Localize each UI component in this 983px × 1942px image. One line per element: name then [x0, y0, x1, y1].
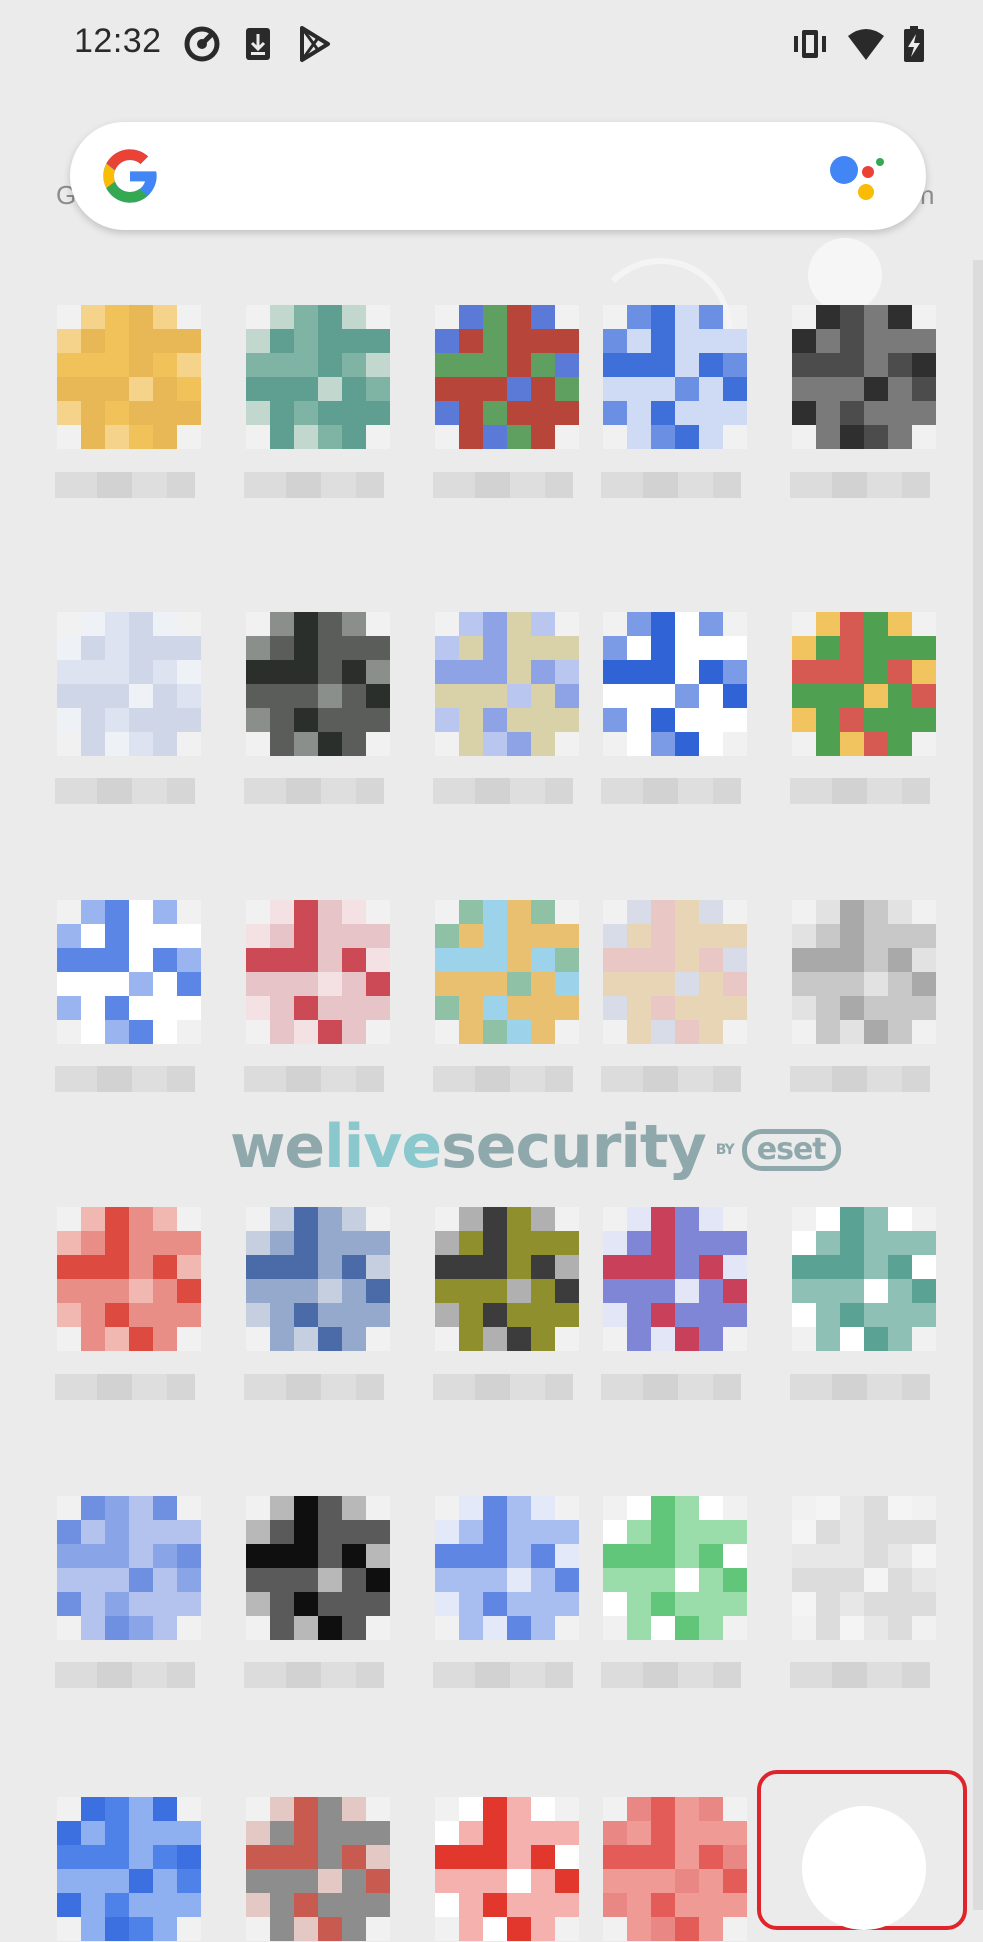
app-1-5-icon[interactable] [792, 305, 937, 450]
status-bar: 12:32 [0, 0, 983, 92]
watermark-live: live [324, 1112, 442, 1182]
app-2-1-label [55, 778, 195, 804]
app-5-3-label [433, 1662, 573, 1688]
google-g-logo [103, 149, 157, 203]
app-2-1-icon[interactable] [57, 612, 202, 757]
app-5-5-label [790, 1662, 930, 1688]
app-4-3-icon[interactable] [435, 1207, 580, 1352]
app-3-1-label [55, 1066, 195, 1092]
app-2-4-icon[interactable] [603, 612, 748, 757]
watermark-by: BY [715, 1142, 735, 1159]
app-4-1-icon[interactable] [57, 1207, 202, 1352]
app-3-4-label [601, 1066, 741, 1092]
status-time: 12:32 [74, 22, 162, 60]
google-search-bar[interactable] [70, 122, 926, 230]
app-3-3-label [433, 1066, 573, 1092]
app-3-2-icon[interactable] [246, 900, 391, 1045]
download-icon [246, 28, 270, 60]
vibrate-icon [794, 30, 826, 58]
scroll-edge [973, 260, 983, 1910]
play-store-icon [300, 26, 330, 62]
app-2-3-label [433, 778, 573, 804]
app-1-5-label [790, 472, 930, 498]
app-5-2-icon[interactable] [246, 1496, 391, 1641]
app-4-4-icon[interactable] [603, 1207, 748, 1352]
watermark-we: we [230, 1112, 325, 1182]
app-6-3-icon[interactable] [435, 1797, 580, 1942]
app-3-5-label [790, 1066, 930, 1092]
app-2-2-label [244, 778, 384, 804]
eset-logo: eset [741, 1129, 841, 1172]
battery-charging-icon [904, 26, 924, 62]
app-4-1-label [55, 1374, 195, 1400]
app-4-2-icon[interactable] [246, 1207, 391, 1352]
app-2-4-label [601, 778, 741, 804]
app-6-2-icon[interactable] [246, 1797, 391, 1942]
app-2-2-icon[interactable] [246, 612, 391, 757]
app-5-1-icon[interactable] [57, 1496, 202, 1641]
app-5-1-label [55, 1662, 195, 1688]
app-1-4-icon[interactable] [603, 305, 748, 450]
app-4-5-label [790, 1374, 930, 1400]
app-1-3-label [433, 472, 573, 498]
app-2-5-label [790, 778, 930, 804]
app-1-1-label [55, 472, 195, 498]
app-5-5-icon[interactable] [792, 1496, 937, 1641]
app-6-1-icon[interactable] [57, 1797, 202, 1942]
app-5-4-icon[interactable] [603, 1496, 748, 1641]
app-5-2-label [244, 1662, 384, 1688]
app-3-2-label [244, 1066, 384, 1092]
app-3-1-icon[interactable] [57, 900, 202, 1045]
app-5-4-label [601, 1662, 741, 1688]
app-4-4-label [601, 1374, 741, 1400]
app-3-5-icon[interactable] [792, 900, 937, 1045]
app-2-5-icon[interactable] [792, 612, 937, 757]
app-4-2-label [244, 1374, 384, 1400]
app-1-2-icon[interactable] [246, 305, 391, 450]
watermark-security: security [441, 1112, 707, 1182]
app-4-5-icon[interactable] [792, 1207, 937, 1352]
app-4-3-label [433, 1374, 573, 1400]
app-2-3-icon[interactable] [435, 612, 580, 757]
app-5-3-icon[interactable] [435, 1496, 580, 1641]
wifi-icon [848, 29, 884, 60]
ghost-circle-top [808, 238, 882, 312]
app-3-3-icon[interactable] [435, 900, 580, 1045]
app-1-4-label [601, 472, 741, 498]
app-1-3-icon[interactable] [435, 305, 580, 450]
app-3-4-icon[interactable] [603, 900, 748, 1045]
app-6-4-icon[interactable] [603, 1797, 748, 1942]
target-app-icon[interactable] [802, 1806, 926, 1930]
app-1-1-icon[interactable] [57, 305, 202, 450]
google-assistant-icon[interactable] [826, 150, 886, 206]
welivesecurity-watermark: welivesecurity BY eset [230, 1112, 841, 1182]
app-1-2-label [244, 472, 384, 498]
sync-icon [184, 26, 220, 62]
